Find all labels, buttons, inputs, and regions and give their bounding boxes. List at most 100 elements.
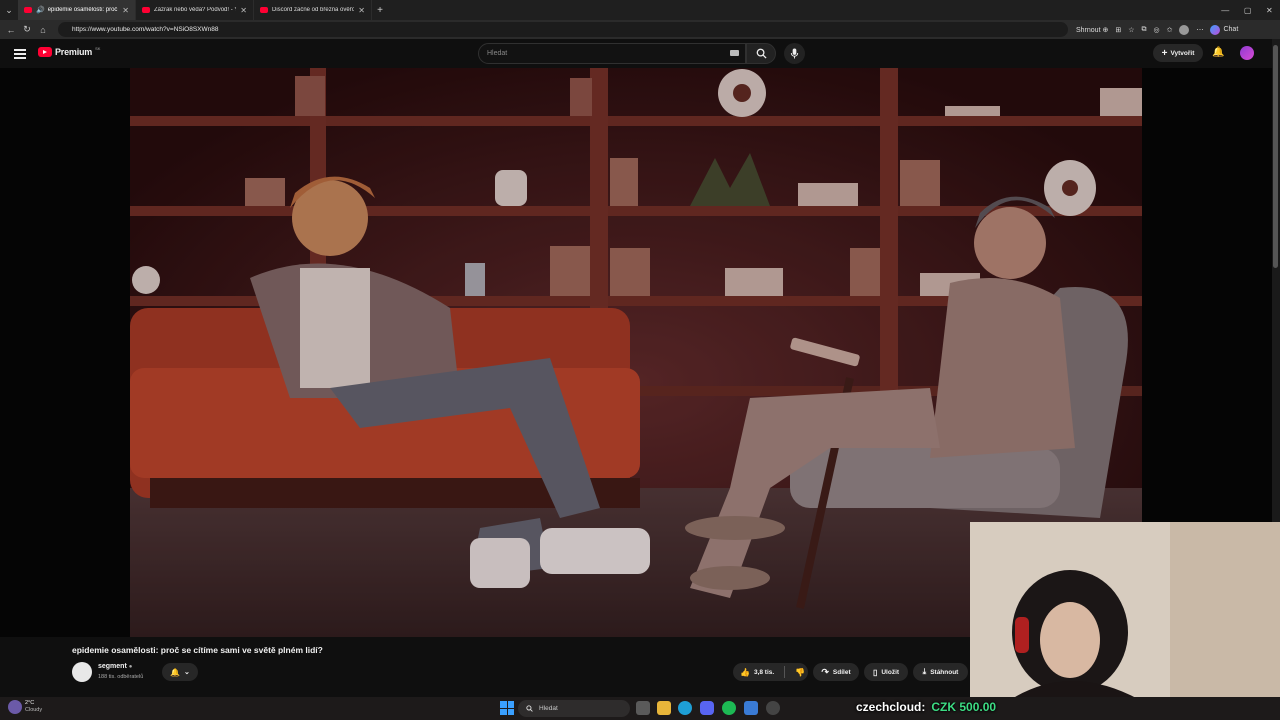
- channel-name[interactable]: segment ●: [98, 663, 132, 670]
- youtube-masthead: Premium SK Hledat + Vytvořit 🔔: [0, 39, 1280, 68]
- chevron-down-icon: ⌄: [184, 669, 190, 676]
- browser-toolbar: ← ↻ ⌂ https://www.youtube.com/watch?v=NS…: [0, 20, 1280, 39]
- notification-bell-dropdown[interactable]: 🔔 ⌄: [162, 663, 198, 681]
- weather-condition: Cloudy: [25, 707, 43, 713]
- discord-icon[interactable]: [700, 701, 714, 715]
- summarize-button[interactable]: Shrnout ⊕: [1076, 26, 1108, 34]
- chat-button[interactable]: Chat: [1210, 24, 1239, 35]
- favorite-star-icon[interactable]: ☆: [1128, 26, 1134, 34]
- more-menu-icon[interactable]: ⋯: [1196, 26, 1203, 34]
- browser-tab-1[interactable]: 🔊 epidemie osamělosti: proč se c ✕: [18, 0, 136, 20]
- verified-icon: ●: [128, 664, 133, 670]
- chat-label: Chat: [1223, 26, 1239, 33]
- donation-alert: czechcloud: CZK 500.00: [856, 697, 996, 717]
- search-icon: [526, 705, 533, 712]
- donor-name: czechcloud:: [856, 700, 926, 714]
- address-bar[interactable]: https://www.youtube.com/watch?v=NSiO8SXW…: [58, 22, 1068, 37]
- weather-icon[interactable]: [8, 700, 22, 714]
- file-explorer-icon[interactable]: [657, 701, 671, 715]
- youtube-favicon-icon: [260, 7, 268, 13]
- taskbar-search[interactable]: Hledat: [518, 700, 630, 717]
- save-label: Uložit: [881, 668, 900, 676]
- keyboard-icon[interactable]: [730, 50, 739, 56]
- download-icon: ⤓: [922, 667, 927, 676]
- chat-icon: [1210, 24, 1221, 35]
- favorites-icon[interactable]: ✩: [1167, 26, 1173, 34]
- logo-region: SK: [95, 45, 101, 51]
- windows-taskbar: 2°C Cloudy Hledat: [0, 697, 1280, 720]
- extensions-icon[interactable]: ⊞: [1115, 26, 1121, 34]
- collections-icon[interactable]: ⧉: [1142, 26, 1147, 34]
- new-tab-button[interactable]: +: [372, 5, 388, 16]
- edge-browser-icon[interactable]: [678, 701, 692, 715]
- spotify-icon[interactable]: [722, 701, 736, 715]
- tab-title: Discord začne od března ověřova: [272, 7, 355, 13]
- share-label: Sdílet: [832, 668, 851, 676]
- youtube-favicon-icon: [142, 7, 150, 13]
- copilot-icon[interactable]: ◎: [1154, 26, 1160, 34]
- share-icon: ↷: [821, 666, 829, 677]
- voice-search-button[interactable]: [784, 43, 805, 64]
- summarize-label: Shrnout: [1076, 26, 1101, 34]
- minimize-icon[interactable]: —: [1221, 6, 1229, 15]
- create-button[interactable]: + Vytvořit: [1153, 44, 1203, 62]
- reload-icon[interactable]: ↻: [19, 22, 35, 38]
- youtube-favicon-icon: [24, 7, 32, 13]
- download-button[interactable]: ⤓ Stáhnout: [913, 663, 968, 681]
- divider: [784, 666, 786, 678]
- close-tab-icon[interactable]: ✕: [358, 6, 365, 15]
- browser-extensions: Shrnout ⊕ ⊞ ☆ ⧉ ◎ ✩ ⋯ Chat: [1076, 20, 1238, 39]
- subscriber-count: 188 tis. odběratelů: [98, 674, 144, 680]
- thumbs-down-icon: 👎: [795, 667, 806, 677]
- youtube-play-icon: [38, 47, 52, 57]
- profile-avatar[interactable]: [1179, 24, 1190, 35]
- obs-icon[interactable]: [766, 701, 780, 715]
- back-icon[interactable]: ←: [3, 22, 19, 38]
- share-button[interactable]: ↷ Sdílet: [813, 663, 859, 681]
- taskbar-search-label: Hledat: [539, 705, 558, 712]
- save-button[interactable]: ▯ Uložit: [864, 663, 908, 681]
- close-tab-icon[interactable]: ✕: [240, 6, 247, 15]
- tab-menu-icon[interactable]: ⌄: [0, 2, 18, 18]
- browser-tab-3[interactable]: Discord začne od března ověřova ✕: [254, 0, 372, 20]
- tab-title: Zázrak nebo věda? Podvod! - You: [154, 7, 237, 13]
- scrollbar-thumb[interactable]: [1273, 45, 1278, 268]
- notifications-bell-icon[interactable]: 🔔: [1212, 47, 1224, 58]
- like-button[interactable]: 👍 3,8 tis.: [740, 668, 774, 677]
- search-input[interactable]: Hledat: [478, 43, 746, 64]
- search-icon: [756, 48, 767, 59]
- search-button[interactable]: [746, 43, 776, 64]
- browser-tab-2[interactable]: Zázrak nebo věda? Podvod! - You ✕: [136, 0, 254, 20]
- url-text: https://www.youtube.com/watch?v=NSiO8SXW…: [72, 26, 219, 33]
- task-view-icon[interactable]: [636, 701, 650, 715]
- telegram-icon[interactable]: [744, 701, 758, 715]
- maximize-icon[interactable]: ▢: [1244, 6, 1252, 15]
- temperature: 2°C: [25, 700, 35, 706]
- home-icon[interactable]: ⌂: [35, 22, 51, 38]
- start-button[interactable]: [500, 701, 514, 715]
- donation-amount: CZK 500.00: [931, 700, 997, 714]
- dislike-button[interactable]: 👎: [795, 668, 805, 677]
- account-avatar[interactable]: [1240, 46, 1254, 60]
- logo-text: Premium: [55, 47, 93, 57]
- window-controls: — ▢ ✕: [1214, 0, 1280, 20]
- youtube-logo[interactable]: Premium SK: [38, 45, 101, 57]
- bell-icon: 🔔: [170, 667, 181, 677]
- video-title: epidemie osamělosti: proč se cítíme sami…: [72, 645, 323, 655]
- streamer-webcam: [970, 522, 1280, 700]
- create-label: Vytvořit: [1170, 49, 1195, 57]
- channel-name-text: segment: [98, 663, 127, 670]
- close-tab-icon[interactable]: ✕: [122, 6, 129, 15]
- download-label: Stáhnout: [930, 668, 959, 676]
- hamburger-menu-icon[interactable]: [14, 47, 26, 59]
- speaker-icon: 🔊: [36, 7, 45, 14]
- search-placeholder: Hledat: [487, 50, 508, 57]
- plus-icon: +: [1161, 47, 1168, 59]
- channel-avatar[interactable]: [72, 662, 92, 682]
- close-window-icon[interactable]: ✕: [1266, 6, 1273, 15]
- browser-tab-strip: ⌄ 🔊 epidemie osamělosti: proč se c ✕ Záz…: [0, 0, 1280, 20]
- webcam-image: [970, 522, 1280, 700]
- like-dislike-group: 👍 3,8 tis. 👎: [733, 663, 808, 681]
- like-count: 3,8 tis.: [753, 668, 775, 676]
- weather-widget[interactable]: 2°C Cloudy: [25, 700, 42, 714]
